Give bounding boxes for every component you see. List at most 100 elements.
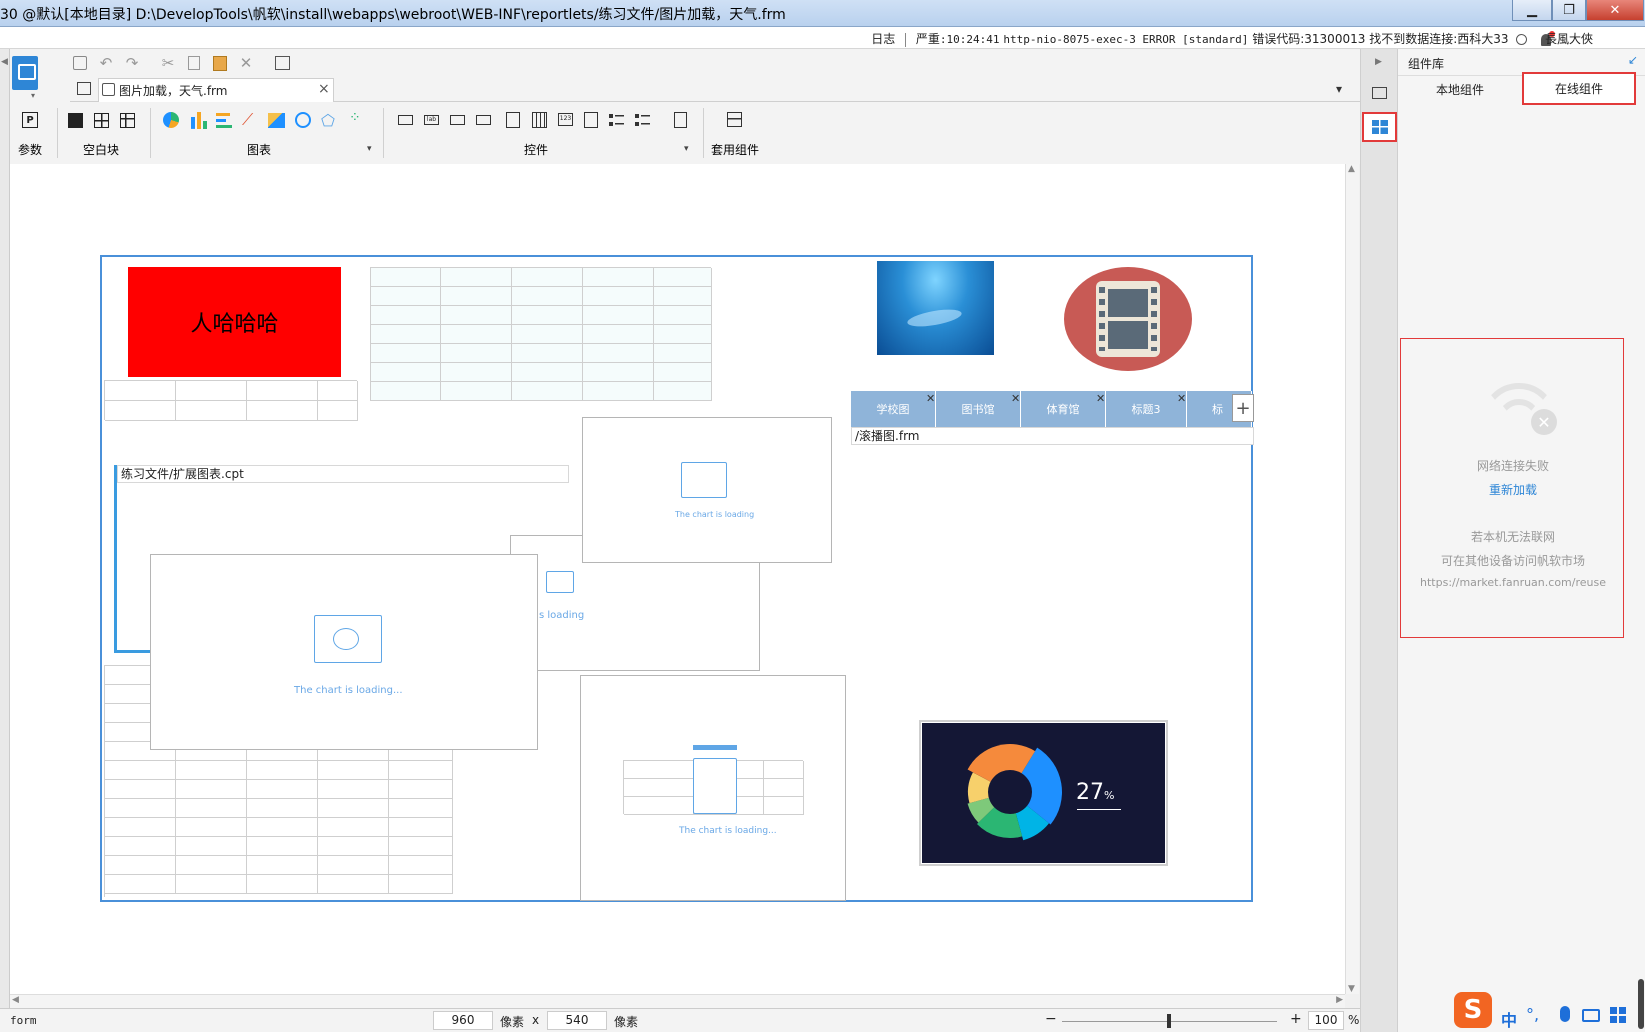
- template-icon[interactable]: [12, 56, 38, 90]
- textarea-widget-icon[interactable]: [506, 112, 520, 128]
- carousel-tab-2[interactable]: 图书馆: [936, 391, 1021, 427]
- widget-more-icon[interactable]: ▾: [684, 144, 689, 154]
- zoom-unit: %: [1348, 1013, 1360, 1027]
- save-icon[interactable]: [71, 54, 89, 72]
- text-widget-icon[interactable]: [450, 115, 465, 125]
- donut-chart-image[interactable]: 27%: [919, 720, 1168, 866]
- vertical-scrollbar[interactable]: ▲ ▼: [1345, 164, 1359, 994]
- list-widget-icon[interactable]: [584, 112, 598, 128]
- chart-loading-icon: [546, 571, 574, 593]
- paste-icon[interactable]: [211, 54, 229, 72]
- expand-right-icon[interactable]: ▶: [1375, 57, 1382, 67]
- number-widget-icon[interactable]: 123: [558, 113, 573, 126]
- reload-link[interactable]: 重新加载: [1401, 481, 1625, 498]
- chevron-down-icon[interactable]: ▾: [31, 91, 35, 100]
- pie-chart-icon[interactable]: [163, 112, 179, 128]
- bar-chart-icon[interactable]: [190, 112, 208, 129]
- loading-text: s loading: [539, 610, 585, 621]
- horizontal-scrollbar[interactable]: ◀ ▶: [10, 994, 1345, 1008]
- split-block-icon[interactable]: [94, 113, 109, 128]
- film-icon[interactable]: [1064, 267, 1192, 371]
- ime-toolbox-icon[interactable]: [1610, 1007, 1626, 1023]
- cut-icon[interactable]: ✂: [159, 54, 177, 72]
- tab-close-icon[interactable]: ✕: [1177, 392, 1186, 405]
- component-library-tab[interactable]: [1362, 112, 1397, 142]
- chart-more-icon[interactable]: ▾: [367, 144, 372, 154]
- zoom-input[interactable]: 100: [1308, 1011, 1344, 1030]
- widget-settings-icon[interactable]: [1372, 87, 1387, 99]
- form-body[interactable]: 人哈哈哈 学校图 图书馆 体育馆 标题3 标 ✕ ✕ ✕ ✕ + /滚播图.fr…: [100, 255, 1254, 902]
- ime-lang[interactable]: 中: [1501, 1007, 1517, 1031]
- ime-punct[interactable]: °,: [1526, 1005, 1539, 1024]
- height-input[interactable]: 540: [547, 1011, 607, 1030]
- blank-block-icon[interactable]: [68, 113, 83, 128]
- loading-text: The chart is loading: [675, 510, 755, 519]
- ime-handle[interactable]: [1638, 979, 1644, 1029]
- delete-icon[interactable]: ✕: [237, 54, 255, 72]
- pin-icon[interactable]: ↙: [1628, 53, 1638, 67]
- close-window-button[interactable]: ✕: [1586, 0, 1644, 21]
- market-url[interactable]: https://market.fanruan.com/reuse: [1401, 576, 1625, 589]
- checkbox-group-icon[interactable]: [609, 112, 624, 128]
- log-label[interactable]: 日志: [871, 32, 895, 46]
- log-error-message: 找不到数据连接:西科大33: [1369, 32, 1509, 46]
- collapse-left-icon[interactable]: ◀: [1, 57, 8, 67]
- tab-block-icon[interactable]: [120, 113, 135, 128]
- carousel-tab-3[interactable]: 体育馆: [1021, 391, 1106, 427]
- loading-text: The chart is loading...: [679, 826, 777, 836]
- redo-icon[interactable]: ↷: [123, 54, 141, 72]
- group-label-blank: 空白块: [83, 143, 120, 157]
- restore-button[interactable]: ❐: [1552, 0, 1586, 21]
- ocean-image[interactable]: [877, 261, 994, 355]
- report-grid-top[interactable]: [370, 267, 712, 401]
- carousel-tab-1[interactable]: 学校图: [851, 391, 936, 427]
- tab-document[interactable]: 图片加载，天气.frm: [98, 78, 334, 102]
- keyboard-icon[interactable]: [1582, 1009, 1600, 1022]
- width-input[interactable]: 960: [433, 1011, 493, 1030]
- zoom-in-button[interactable]: +: [1290, 1011, 1302, 1027]
- tab-close-icon[interactable]: ×: [318, 81, 330, 97]
- microphone-icon[interactable]: [1560, 1006, 1570, 1022]
- tab-close-icon[interactable]: ✕: [926, 392, 935, 405]
- chart-loading-box[interactable]: The chart is loading...: [580, 675, 846, 901]
- copy-icon[interactable]: [185, 54, 203, 72]
- chart-loading-box[interactable]: The chart is loading: [582, 417, 832, 563]
- window-title: 30 @默认[本地目录] D:\DevelopTools\帆软\install\…: [0, 7, 786, 23]
- report-grid-small[interactable]: [104, 380, 358, 421]
- tab-local-components[interactable]: 本地组件: [1398, 76, 1522, 102]
- tab-menu-icon[interactable]: ▾: [1336, 82, 1342, 96]
- zoom-out-button[interactable]: −: [1045, 1011, 1057, 1027]
- add-tab-icon[interactable]: +: [1232, 394, 1254, 422]
- reuse-component-icon[interactable]: [727, 112, 742, 127]
- query-widget-icon[interactable]: [674, 112, 687, 128]
- scatter-chart-icon[interactable]: ⁘: [349, 110, 361, 126]
- area-chart-icon[interactable]: [268, 113, 285, 128]
- gauge-chart-icon[interactable]: [295, 112, 311, 128]
- tab-online-components[interactable]: 在线组件: [1522, 72, 1636, 105]
- ime-logo[interactable]: S: [1454, 992, 1492, 1028]
- chart-loading-icon: [681, 462, 727, 498]
- zoom-slider-handle[interactable]: [1167, 1014, 1171, 1028]
- carousel-tabs[interactable]: 学校图 图书馆 体育馆 标题3 标 ✕ ✕ ✕ ✕: [851, 391, 1252, 427]
- horizontal-bar-icon[interactable]: [216, 112, 232, 129]
- label-widget-icon[interactable]: lab: [424, 115, 439, 125]
- left-collapse-strip[interactable]: ◀: [0, 49, 10, 1032]
- red-label-widget[interactable]: 人哈哈哈: [128, 267, 341, 377]
- date-widget-icon[interactable]: [532, 112, 547, 128]
- line-chart-icon[interactable]: ⟋: [242, 110, 253, 130]
- parameter-icon[interactable]: P: [22, 112, 38, 128]
- search-icon[interactable]: [1516, 34, 1528, 45]
- button-widget-icon[interactable]: [398, 115, 413, 125]
- tab-close-icon[interactable]: ✕: [1096, 392, 1105, 405]
- undo-icon[interactable]: ↶: [97, 54, 115, 72]
- radar-chart-icon[interactable]: ⬠: [321, 111, 335, 130]
- user-name[interactable]: 長風大俠: [1545, 30, 1593, 47]
- combobox-widget-icon[interactable]: [476, 115, 491, 125]
- report-path: 练习文件/扩展图表.cpt: [117, 465, 569, 483]
- minimize-button[interactable]: ▁: [1512, 0, 1552, 21]
- radio-group-icon[interactable]: [635, 112, 650, 128]
- carousel-tab-4[interactable]: 标题3: [1106, 391, 1187, 427]
- preview-icon[interactable]: [273, 54, 291, 72]
- chart-loading-box[interactable]: The chart is loading...: [150, 554, 538, 750]
- tab-close-icon[interactable]: ✕: [1011, 392, 1020, 405]
